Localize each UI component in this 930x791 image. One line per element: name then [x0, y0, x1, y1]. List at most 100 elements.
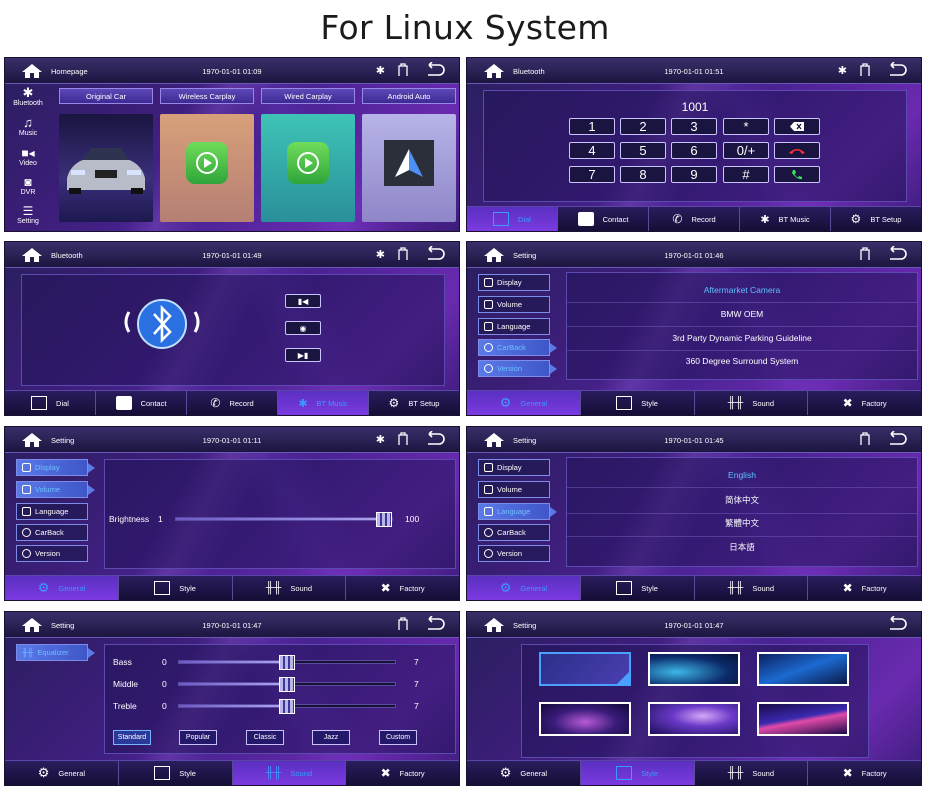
tab-contact[interactable]: Contact [96, 391, 187, 415]
tab-general[interactable]: ⚙ General [467, 391, 581, 415]
menu-language[interactable]: Language [16, 503, 88, 520]
key-9[interactable]: 9 [671, 166, 717, 183]
wallpaper-thumb-4[interactable] [539, 702, 631, 736]
back-icon[interactable] [423, 246, 445, 262]
menu-volume[interactable]: Volume [16, 481, 95, 498]
menu-volume[interactable]: Volume [478, 481, 550, 498]
preset-jazz[interactable]: Jazz [312, 730, 350, 745]
wallpaper-thumb-1[interactable] [539, 652, 631, 686]
slider-knob[interactable] [279, 699, 295, 714]
preset-standard[interactable]: Standard [113, 730, 151, 745]
next-track-button[interactable]: ▶▮ [285, 348, 321, 362]
option-english[interactable]: English [567, 470, 917, 488]
key-2[interactable]: 2 [620, 118, 666, 135]
option-simplified-chinese[interactable]: 简体中文 [567, 494, 917, 514]
menu-version[interactable]: Version [478, 545, 550, 562]
key-4[interactable]: 4 [569, 142, 615, 159]
key-0-plus[interactable]: 0/+ [723, 142, 769, 159]
key-hash[interactable]: # [723, 166, 769, 183]
tab-dial[interactable]: Dial [467, 207, 558, 231]
tab-factory[interactable]: ✖ Factory [808, 761, 921, 785]
tab-record[interactable]: ✆ Record [649, 207, 740, 231]
tile-wired-carplay[interactable] [261, 114, 355, 222]
preset-classic[interactable]: Classic [246, 730, 284, 745]
tab-bt-music[interactable]: ✱ BT Music [740, 207, 831, 231]
sidebar-item-setting[interactable]: ☰ Setting [11, 204, 45, 231]
tab-sound[interactable]: ╫╫ Sound [695, 391, 809, 415]
bass-slider[interactable] [178, 655, 396, 670]
back-icon[interactable] [885, 246, 907, 262]
preset-popular[interactable]: Popular [179, 730, 217, 745]
option-aftermarket-camera[interactable]: Aftermarket Camera [567, 285, 917, 303]
tab-general[interactable]: ⚙ General [5, 576, 119, 600]
wallpaper-thumb-6[interactable] [757, 702, 849, 736]
tile-wireless-carplay[interactable] [160, 114, 254, 222]
brightness-slider[interactable] [175, 512, 393, 527]
option-japanese[interactable]: 日本語 [567, 541, 917, 560]
tab-general[interactable]: ⚙ General [5, 761, 119, 785]
key-8[interactable]: 8 [620, 166, 666, 183]
menu-language[interactable]: Language [478, 503, 557, 520]
option-bmw-oem[interactable]: BMW OEM [567, 309, 917, 327]
tab-factory[interactable]: ✖ Factory [346, 761, 459, 785]
slider-knob[interactable] [376, 512, 392, 527]
call-button[interactable] [774, 166, 820, 183]
menu-carback[interactable]: CarBack [478, 339, 557, 356]
menu-version[interactable]: Version [16, 545, 88, 562]
menu-display[interactable]: Display [478, 459, 550, 476]
tab-contact[interactable]: Contact [558, 207, 649, 231]
tab-sound[interactable]: ╫╫ Sound [695, 576, 809, 600]
tile-android-auto[interactable] [362, 114, 456, 222]
menu-volume[interactable]: Volume [478, 296, 550, 313]
tab-style[interactable]: Style [581, 576, 695, 600]
tab-sound[interactable]: ╫╫ Sound [695, 761, 809, 785]
option-360-surround[interactable]: 360 Degree Surround System [567, 356, 917, 373]
tile-label-wireless-carplay[interactable]: Wireless Carplay [160, 88, 254, 104]
tab-bt-setup[interactable]: ⚙ BT Setup [831, 207, 921, 231]
tab-sound[interactable]: ╫╫ Sound [233, 576, 347, 600]
tab-style[interactable]: Style [119, 761, 233, 785]
key-star[interactable]: * [723, 118, 769, 135]
tab-style[interactable]: Style [581, 391, 695, 415]
tab-general[interactable]: ⚙ General [467, 576, 581, 600]
back-icon[interactable] [885, 431, 907, 447]
key-5[interactable]: 5 [620, 142, 666, 159]
menu-display[interactable]: Display [478, 274, 550, 291]
tab-style[interactable]: Style [580, 761, 695, 785]
menu-display[interactable]: Display [16, 459, 95, 476]
play-button[interactable]: ◉ [285, 321, 321, 335]
key-3[interactable]: 3 [671, 118, 717, 135]
wallpaper-thumb-3[interactable] [757, 652, 849, 686]
key-1[interactable]: 1 [569, 118, 615, 135]
tab-factory[interactable]: ✖ Factory [808, 391, 921, 415]
option-traditional-chinese[interactable]: 繁體中文 [567, 517, 917, 537]
sidebar-item-video[interactable]: ■◂ Video [11, 146, 45, 174]
tab-factory[interactable]: ✖ Factory [346, 576, 459, 600]
back-icon[interactable] [885, 62, 907, 78]
tile-label-wired-carplay[interactable]: Wired Carplay [261, 88, 355, 104]
back-icon[interactable] [423, 62, 445, 78]
tab-general[interactable]: ⚙ General [467, 761, 581, 785]
wallpaper-thumb-2[interactable] [648, 652, 740, 686]
previous-track-button[interactable]: ▮◀ [285, 294, 321, 308]
preset-custom[interactable]: Custom [379, 730, 417, 745]
tile-label-android-auto[interactable]: Android Auto [362, 88, 456, 104]
key-6[interactable]: 6 [671, 142, 717, 159]
sidebar-item-bluetooth[interactable]: ✱ Bluetooth [11, 86, 45, 114]
option-parking-guideline[interactable]: 3rd Party Dynamic Parking Guideline [567, 333, 917, 351]
key-7[interactable]: 7 [569, 166, 615, 183]
tab-style[interactable]: Style [119, 576, 233, 600]
slider-knob[interactable] [279, 677, 295, 692]
tab-bt-music[interactable]: ✱ BT Music [278, 391, 369, 415]
tab-dial[interactable]: Dial [5, 391, 96, 415]
tile-original-car[interactable] [59, 114, 153, 222]
tab-record[interactable]: ✆ Record [187, 391, 278, 415]
tab-factory[interactable]: ✖ Factory [808, 576, 921, 600]
middle-slider[interactable] [178, 677, 396, 692]
menu-carback[interactable]: CarBack [478, 524, 550, 541]
back-icon[interactable] [423, 431, 445, 447]
sidebar-item-dvr[interactable]: ◙ DVR [11, 175, 45, 203]
hangup-button[interactable] [774, 142, 820, 159]
tab-bt-setup[interactable]: ⚙ BT Setup [369, 391, 459, 415]
slider-knob[interactable] [279, 655, 295, 670]
